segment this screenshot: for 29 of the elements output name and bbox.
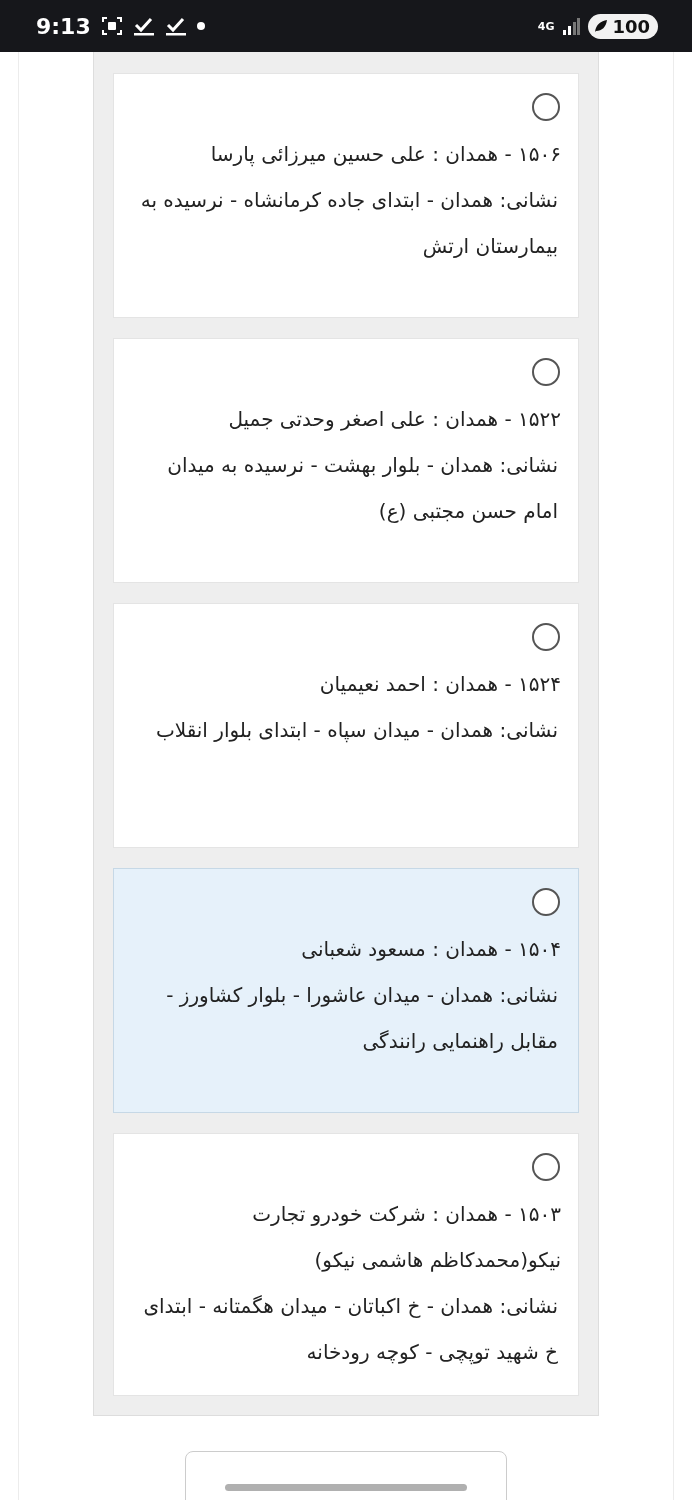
- dot-icon: [196, 22, 205, 30]
- leaf-icon: [594, 19, 609, 33]
- screenshot-icon: [100, 16, 123, 36]
- option-card[interactable]: ۱۵۰۴ - همدان : مسعود شعبانی نشانی: همدان - میدان عاشورا - بلوار کشاورز - مقابل راهنمایی رانندگی: [113, 868, 579, 1113]
- option-title: ۱۵۰۴ - همدان : مسعود شعبانی: [301, 936, 562, 963]
- option-address: نشانی: همدان - بلوار بهشت - نرسیده به میدان امام حسن مجتبی (ع): [166, 452, 559, 525]
- clock-time: 9:13: [36, 13, 91, 39]
- option-title: ۱۵۰۳ - همدان : شرکت خودرو تجارت نیکو(محمدکاظم هاشمی نیکو): [251, 1201, 562, 1274]
- radio-button[interactable]: [532, 623, 560, 651]
- battery-level: 100: [612, 15, 650, 37]
- option-title: ۱۵۰۶ - همدان : علی حسین میرزائی پارسا: [210, 141, 562, 169]
- checkmark-icon: [164, 16, 187, 36]
- checkmark-icon: [132, 16, 155, 36]
- radio-button[interactable]: [532, 93, 560, 121]
- option-title: ۱۵۲۴ - همدان : احمد نعیمیان: [319, 671, 562, 698]
- option-card[interactable]: ۱۵۲۴ - همدان : احمد نعیمیان نشانی: همدان - میدان سپاه - ابتدای بلوار انقلاب: [113, 603, 579, 848]
- option-address: نشانی: همدان - میدان عاشورا - بلوار کشاورز - مقابل راهنمایی رانندگی: [165, 982, 559, 1055]
- option-address: نشانی: همدان - میدان سپاه - ابتدای بلوار انقلاب: [155, 717, 559, 745]
- option-card[interactable]: ۱۵۲۲ - همدان : علی اصغر وحدتی جمیل نشانی: همدان - بلوار بهشت - نرسیده به میدان امام حسن مجتبی (ع): [113, 338, 579, 583]
- option-address: نشانی: همدان - خ اکباتان - میدان هگمتانه - ابتدای خ شهید توپچی - کوچه رودخانه: [142, 1293, 559, 1367]
- radio-button[interactable]: [532, 1153, 560, 1181]
- network-type: 4G: [537, 20, 555, 32]
- option-title: ۱۵۲۲ - همدان : علی اصغر وحدتی جمیل: [228, 406, 562, 433]
- signal-icon: [562, 17, 581, 35]
- option-card[interactable]: ۱۵۰۶ - همدان : علی حسین میرزائی پارسا نشانی: همدان - ابتدای جاده کرمانشاه - نرسیده به بیمارستان ارتش: [113, 73, 579, 318]
- radio-button[interactable]: [532, 358, 560, 386]
- option-address: نشانی: همدان - ابتدای جاده کرمانشاه - نرسیده به بیمارستان ارتش: [139, 187, 559, 260]
- option-card[interactable]: ۱۵۰۳ - همدان : شرکت خودرو تجارت نیکو(محمدکاظم هاشمی نیکو) نشانی: همدان - خ اکباتان - میدان هگمتانه - ابتدای خ شهید توپچی - کوچه رودخانه: [113, 1133, 579, 1396]
- radio-button[interactable]: [532, 888, 560, 916]
